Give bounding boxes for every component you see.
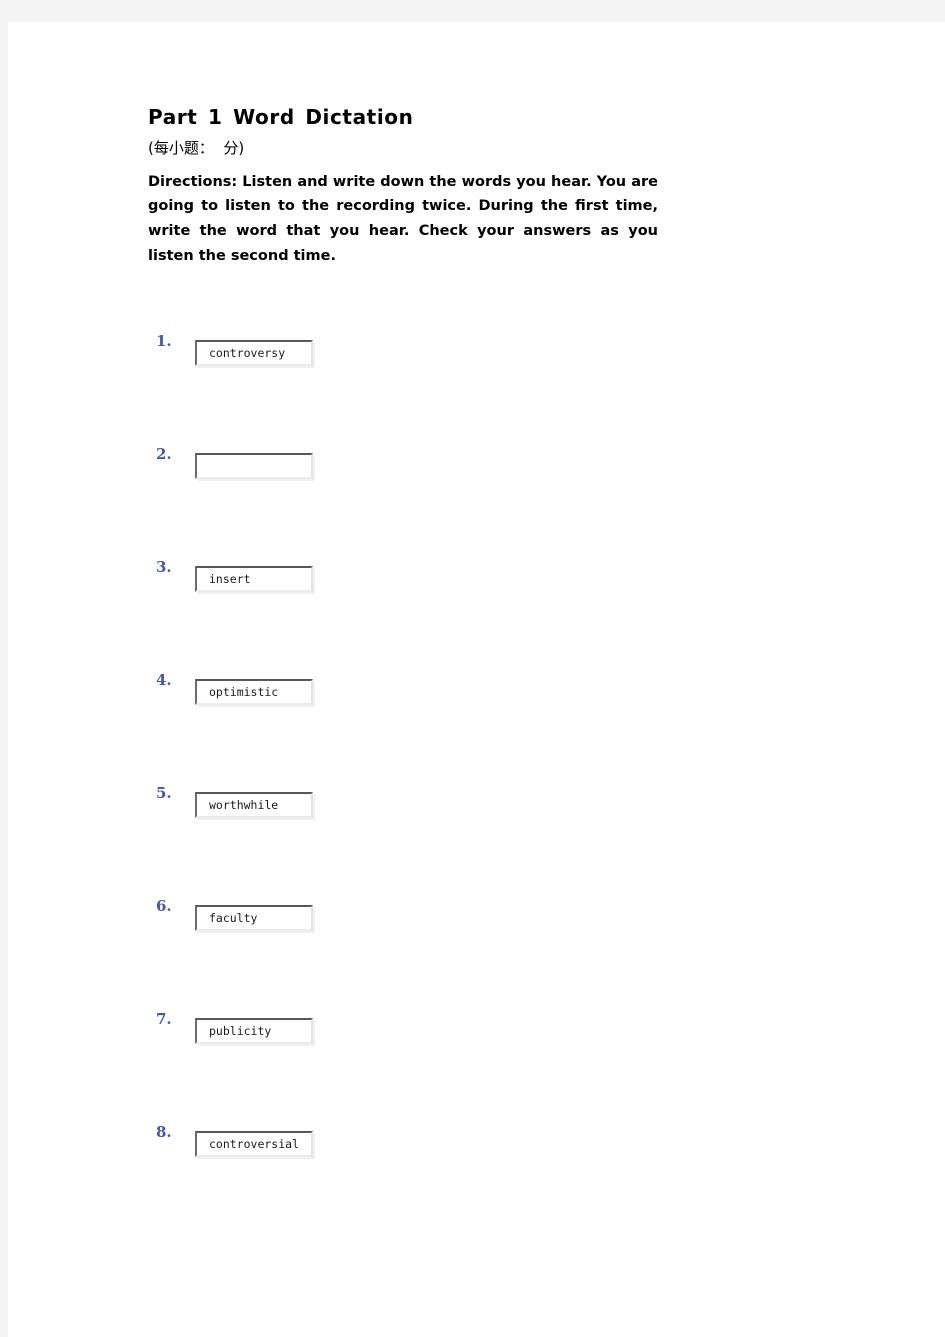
question-row: 5. <box>148 782 448 895</box>
answer-field-wrapper <box>195 1018 313 1044</box>
answer-input-6[interactable] <box>195 905 313 931</box>
question-row: 7. <box>148 1008 448 1121</box>
directions-text: Directions: Listen and write down the wo… <box>148 173 658 265</box>
answer-input-4[interactable] <box>195 679 313 705</box>
document-header: Part 1 Word Dictation (每小题： 分) Direction… <box>148 105 668 269</box>
answer-field-wrapper <box>195 679 313 705</box>
question-number: 7. <box>156 1010 172 1028</box>
question-row: 8. <box>148 1121 448 1234</box>
answer-input-7[interactable] <box>195 1018 313 1044</box>
question-row: 3. <box>148 556 448 669</box>
answer-input-8[interactable] <box>195 1131 313 1157</box>
answer-field-wrapper <box>195 1131 313 1157</box>
question-number: 6. <box>156 897 172 915</box>
answer-input-1[interactable] <box>195 340 313 366</box>
question-number: 5. <box>156 784 172 802</box>
question-row: 2. <box>148 443 448 556</box>
question-row: 4. <box>148 669 448 782</box>
answer-input-2[interactable] <box>195 453 313 479</box>
answer-field-wrapper <box>195 566 313 592</box>
document-sheet: Part 1 Word Dictation (每小题： 分) Direction… <box>8 22 945 1337</box>
answer-field-wrapper <box>195 792 313 818</box>
question-number: 1. <box>156 332 172 350</box>
question-number: 4. <box>156 671 172 689</box>
answer-field-wrapper <box>195 453 313 479</box>
question-row: 6. <box>148 895 448 1008</box>
question-list: 1. 2. 3. 4. <box>148 330 448 1234</box>
page-title: Part 1 Word Dictation <box>148 105 414 129</box>
question-number: 3. <box>156 558 172 576</box>
question-row: 1. <box>148 330 448 443</box>
answer-input-3[interactable] <box>195 566 313 592</box>
answer-field-wrapper <box>195 340 313 366</box>
answer-input-5[interactable] <box>195 792 313 818</box>
question-number: 2. <box>156 445 172 463</box>
question-number: 8. <box>156 1123 172 1141</box>
score-note: (每小题： 分) <box>148 139 245 157</box>
page-viewport: Part 1 Word Dictation (每小题： 分) Direction… <box>0 0 945 1337</box>
answer-field-wrapper <box>195 905 313 931</box>
